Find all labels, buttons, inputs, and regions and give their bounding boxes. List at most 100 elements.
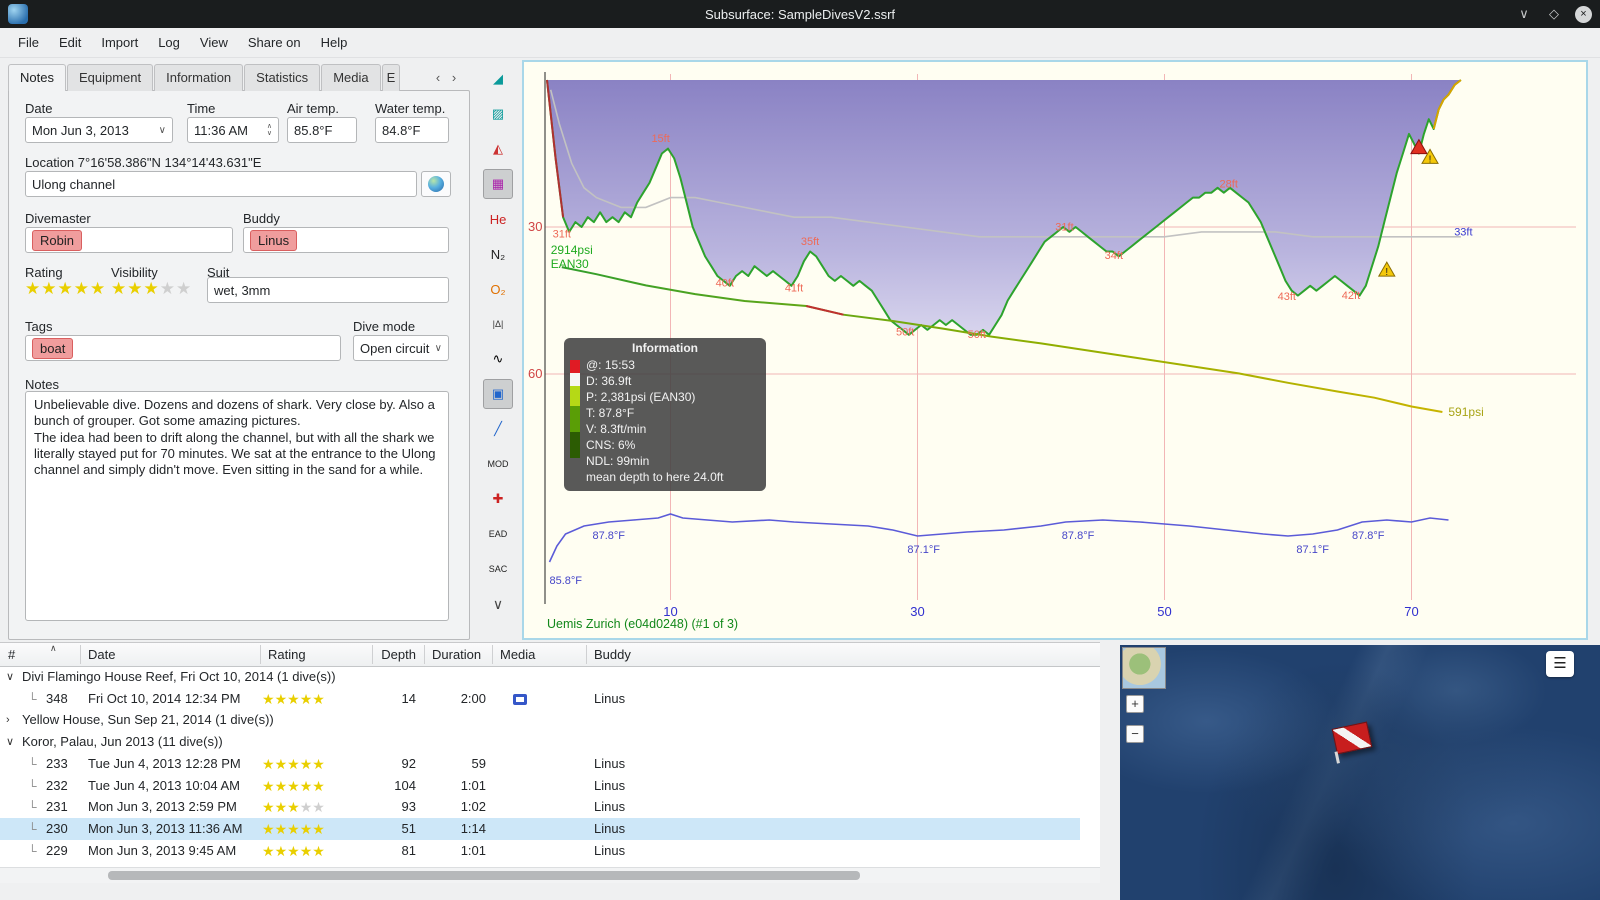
notes-label: Notes: [25, 377, 59, 392]
trip-row[interactable]: ∨ Divi Flamingo House Reef, Fri Oct 10, 2…: [0, 666, 1080, 688]
column-header-duration[interactable]: Duration: [432, 643, 488, 666]
dive-flag-marker[interactable]: [1331, 721, 1373, 764]
dive-date: Fri Oct 10, 2014 12:34 PM: [88, 690, 241, 706]
sac-icon[interactable]: SAC: [483, 554, 513, 584]
column-header-depth[interactable]: Depth: [372, 643, 416, 666]
tab-information[interactable]: Information: [154, 64, 244, 91]
suit-field[interactable]: [207, 277, 449, 303]
dive-depth: 14: [401, 690, 416, 706]
star-filled-icon: ★: [274, 755, 288, 772]
minimize-button[interactable]: ∨: [1515, 2, 1533, 26]
dive-row[interactable]: └ 230 Mon Jun 3, 2013 11:36 AM ★★★★★ 51 1:14 L…: [0, 817, 1080, 840]
column-header-buddy[interactable]: Buddy: [594, 643, 794, 666]
gas-pressure-icon[interactable]: |Δ|: [483, 309, 513, 339]
star-rating: ★★★★★: [262, 799, 325, 815]
star-filled-icon: ★: [274, 842, 288, 859]
mod-icon[interactable]: MOD: [483, 449, 513, 479]
tab-notes[interactable]: Notes: [8, 64, 66, 91]
dive-row[interactable]: └ 231 Mon Jun 3, 2013 2:59 PM ★★★★★ 93 1:02 Li…: [0, 796, 1080, 818]
chevron-down-icon: ∨: [158, 124, 166, 136]
tab-scroll-right-icon[interactable]: ›: [446, 66, 462, 90]
dive-row[interactable]: └ 348 Fri Oct 10, 2014 12:34 PM ★★★★★ 14 2:00…: [0, 688, 1080, 710]
ruler-icon[interactable]: ╱: [483, 414, 513, 444]
menu-edit[interactable]: Edit: [49, 28, 91, 58]
tag-boat[interactable]: boat: [32, 337, 74, 359]
close-button[interactable]: ×: [1575, 5, 1592, 23]
heart-rate-icon[interactable]: ∿: [483, 344, 513, 374]
trip-label: Divi Flamingo House Reef, Fri Oct 10, 20…: [22, 669, 336, 684]
trip-row[interactable]: ∨ Koror, Palau, Jun 2013 (11 dive(s)): [0, 731, 1080, 753]
column-header-rating[interactable]: Rating: [268, 643, 358, 666]
column-header-date[interactable]: Date: [88, 643, 238, 666]
tab-media[interactable]: Media: [321, 64, 381, 91]
menu-share-on[interactable]: Share on: [238, 28, 311, 58]
helium-graph-icon[interactable]: He: [483, 204, 513, 234]
titlebar[interactable]: Subsurface: SampleDivesV2.ssrf ∨ ◇ ×: [0, 0, 1600, 28]
buddy-field[interactable]: Linus: [243, 227, 449, 253]
notes-textarea[interactable]: Unbelievable dive. Dozens and dozens of …: [25, 391, 449, 621]
profile-settings-icon[interactable]: ▦: [483, 169, 513, 199]
menu-log[interactable]: Log: [148, 28, 190, 58]
tissue-graph-icon[interactable]: ◭: [483, 134, 513, 164]
menu-view[interactable]: View: [190, 28, 238, 58]
dive-mode-combobox[interactable]: Open circuit ∨: [353, 335, 449, 361]
tags-field[interactable]: boat: [25, 335, 341, 361]
oxygen-graph-icon[interactable]: O₂: [483, 274, 513, 304]
water-temp-label: Water temp.: [375, 101, 446, 116]
column-header-media[interactable]: Media: [500, 643, 556, 666]
column-header-num[interactable]: #: [8, 643, 48, 666]
collapse-toolbar-icon[interactable]: ∨: [483, 596, 513, 613]
menu-import[interactable]: Import: [91, 28, 148, 58]
star-filled-icon: ★: [25, 279, 42, 298]
horizontal-scrollbar[interactable]: [0, 867, 1100, 883]
dive-date: Mon Jun 3, 2013 9:45 AM: [88, 842, 237, 858]
spinner-arrows-icon[interactable]: ∧ ∨: [267, 123, 272, 137]
map-zoom-out-button[interactable]: −: [1126, 725, 1144, 743]
visibility-stars[interactable]: ★★★★★: [111, 279, 192, 299]
ndl-icon[interactable]: ✚: [483, 484, 513, 514]
tab-e[interactable]: E: [381, 64, 401, 91]
dive-buddy: Linus: [594, 842, 626, 858]
tab-scroll-left-icon[interactable]: ‹: [430, 66, 446, 90]
map-panel[interactable]: + − ☰: [1120, 645, 1600, 900]
rating-stars[interactable]: ★★★★★: [25, 279, 106, 299]
restore-button[interactable]: ◇: [1545, 2, 1563, 26]
collapse-chevron-icon[interactable]: ∨: [6, 666, 14, 688]
time-value: 11:36 AM: [194, 122, 248, 138]
trip-row[interactable]: › Yellow House, Sun Sep 21, 2014 (1 dive(…: [0, 709, 1080, 731]
column-separator: [80, 645, 81, 664]
map-globe-button[interactable]: [421, 171, 451, 197]
show-calculated-ceiling-icon[interactable]: ▨: [483, 99, 513, 129]
scrollbar-thumb[interactable]: [108, 871, 860, 880]
temperature-label: 85.8°F: [549, 575, 582, 587]
dive-number: 229: [46, 842, 68, 858]
menu-help[interactable]: Help: [311, 28, 358, 58]
location-field[interactable]: [25, 171, 417, 197]
buddy-tag[interactable]: Linus: [250, 229, 298, 251]
tab-equipment[interactable]: Equipment: [66, 64, 154, 91]
nitrogen-graph-icon[interactable]: N₂: [483, 239, 513, 269]
show-photos-icon[interactable]: ▣: [483, 379, 513, 409]
ead-icon[interactable]: EAD: [483, 519, 513, 549]
date-combobox[interactable]: Mon Jun 3, 2013 ∨: [25, 117, 173, 143]
show-dc-ceiling-icon[interactable]: ◢: [483, 64, 513, 94]
map-zoom-in-button[interactable]: +: [1126, 695, 1144, 713]
dive-row[interactable]: └ 233 Tue Jun 4, 2013 12:28 PM ★★★★★ 92 59 Lin…: [0, 753, 1080, 775]
profile-info-box: Information @: 15:53 D: 36.9ft P: 2,381psi…: [564, 338, 766, 491]
window-title: Subsurface: SampleDivesV2.ssrf: [704, 6, 896, 22]
water-temp-field[interactable]: [375, 117, 449, 143]
dive-row[interactable]: └ 229 Mon Jun 3, 2013 9:45 AM ★★★★★ 81 1:01 Li…: [0, 840, 1080, 862]
divemaster-tag[interactable]: Robin: [32, 229, 82, 251]
expand-chevron-icon[interactable]: ›: [6, 709, 10, 731]
dive-profile-panel[interactable]: 31ft 15ft 40ft 35ft 41ft 50ft 50ft 31ft 34ft 28ft…: [522, 60, 1588, 640]
divemaster-field[interactable]: Robin: [25, 227, 233, 253]
menu-file[interactable]: File: [8, 28, 49, 58]
media-icon[interactable]: [513, 693, 527, 705]
air-temp-field[interactable]: [287, 117, 357, 143]
star-filled-icon: ★: [274, 799, 288, 816]
map-menu-button[interactable]: ☰: [1546, 651, 1574, 677]
tab-statistics[interactable]: Statistics: [244, 64, 321, 91]
dive-row[interactable]: └ 232 Tue Jun 4, 2013 10:04 AM ★★★★★ 104 1:01…: [0, 775, 1080, 797]
time-spinbox[interactable]: 11:36 AM ∧ ∨: [187, 117, 279, 143]
collapse-chevron-icon[interactable]: ∨: [6, 731, 14, 753]
